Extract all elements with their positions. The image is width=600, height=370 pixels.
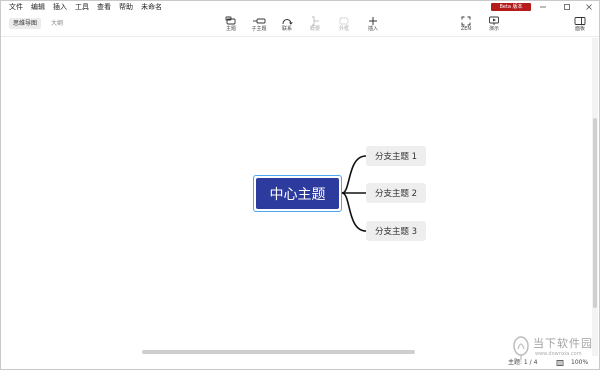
branch-topic-1[interactable]: 分支主题 1 (366, 146, 426, 166)
central-topic[interactable]: 中心主题 (253, 175, 342, 212)
horizontal-scrollbar[interactable] (2, 350, 592, 355)
branch-topic-2[interactable]: 分支主题 2 (366, 183, 426, 203)
vertical-scroll-thumb[interactable] (593, 118, 597, 308)
central-topic-label: 中心主题 (256, 178, 339, 209)
connector-3 (341, 192, 367, 232)
watermark-logo-icon (513, 336, 529, 360)
app-window: 文件 编辑 插入 工具 查看 帮助 未命名 Beta 版本 思维导图 大纲 主题… (0, 0, 600, 370)
status-bar: 主题: 1 / 4 100% (1, 356, 599, 369)
watermark-url: www.downxia.com (535, 351, 582, 357)
watermark-title: 当下软件园 (533, 337, 593, 350)
horizontal-scroll-thumb[interactable] (142, 350, 415, 354)
watermark: 当下软件园 www.downxia.com (511, 333, 595, 363)
vertical-scrollbar[interactable] (592, 38, 598, 356)
branch-topic-3[interactable]: 分支主题 3 (366, 221, 426, 241)
connector-1 (341, 155, 367, 194)
